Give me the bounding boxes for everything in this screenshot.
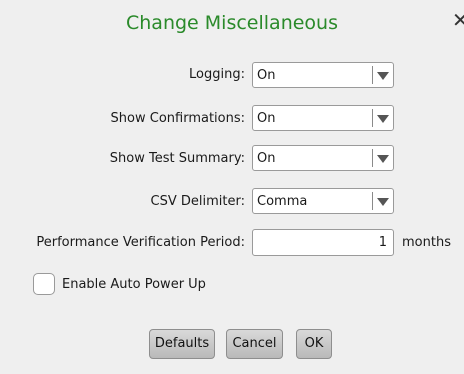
close-icon[interactable]: ✕	[452, 8, 464, 32]
logging-label: Logging:	[189, 67, 245, 82]
dropdown-separator	[372, 192, 373, 210]
dropdown-separator	[372, 149, 373, 167]
csv-delimiter-dropdown[interactable]: Comma	[252, 188, 394, 214]
dialog-title: Change Miscellaneous	[126, 12, 338, 34]
show-confirmations-value: On	[257, 111, 276, 126]
enable-auto-power-up-checkbox[interactable]	[33, 273, 55, 295]
logging-dropdown[interactable]: On	[252, 62, 394, 88]
dropdown-separator	[372, 66, 373, 84]
enable-auto-power-up-label: Enable Auto Power Up	[62, 277, 206, 292]
ok-button[interactable]: OK	[296, 329, 332, 359]
logging-value: On	[257, 68, 276, 83]
cancel-button[interactable]: Cancel	[226, 329, 283, 359]
period-unit-label: months	[402, 235, 451, 250]
chevron-down-icon	[377, 72, 389, 80]
show-confirmations-dropdown[interactable]: On	[252, 105, 394, 131]
show-confirmations-label: Show Confirmations:	[110, 111, 245, 126]
show-test-summary-value: On	[257, 151, 276, 166]
show-test-summary-dropdown[interactable]: On	[252, 145, 394, 171]
performance-verification-period-value: 1	[378, 235, 387, 250]
defaults-button[interactable]: Defaults	[149, 329, 215, 359]
chevron-down-icon	[377, 115, 389, 123]
chevron-down-icon	[377, 198, 389, 206]
performance-verification-period-label: Performance Verification Period:	[36, 235, 245, 250]
show-test-summary-label: Show Test Summary:	[109, 151, 245, 166]
csv-delimiter-label: CSV Delimiter:	[150, 194, 245, 209]
performance-verification-period-input[interactable]: 1	[252, 229, 394, 256]
csv-delimiter-value: Comma	[257, 194, 308, 209]
dropdown-separator	[372, 109, 373, 127]
chevron-down-icon	[377, 155, 389, 163]
